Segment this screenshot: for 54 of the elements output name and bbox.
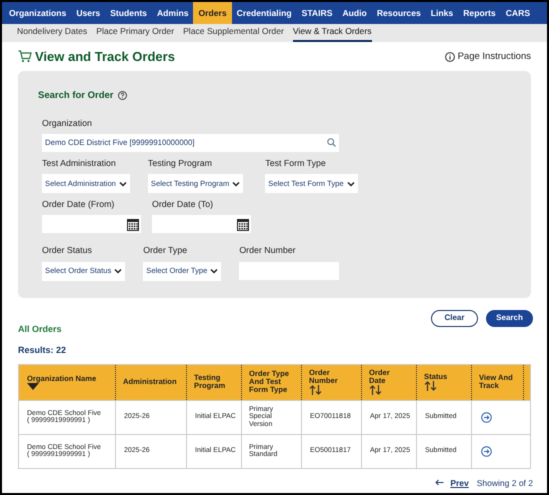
- nav-tab[interactable]: Orders: [193, 2, 232, 24]
- section-title: All Orders: [17, 322, 63, 336]
- sort-icon[interactable]: [369, 385, 382, 395]
- field-label: Test Administration: [42, 156, 116, 170]
- page-title: View and Track Orders: [35, 48, 175, 66]
- arrow-circle-icon[interactable]: [481, 446, 492, 456]
- arrow-circle-icon[interactable]: [481, 412, 492, 422]
- field-label: Order Date (To): [152, 198, 214, 212]
- page-instructions-link[interactable]: Page Instructions: [444, 50, 531, 64]
- nav-tab[interactable]: Credentialing: [232, 2, 297, 24]
- cart-icon: [18, 50, 32, 64]
- field-label: Order Status: [42, 244, 92, 258]
- chevron-down-icon: [118, 180, 127, 188]
- field-label: Order Type: [143, 244, 188, 258]
- nav-tab[interactable]: Organizations: [4, 2, 72, 24]
- page-count: Showing 2 of 2: [476, 476, 533, 490]
- clear-button[interactable]: Clear: [431, 310, 478, 326]
- arrow-left-icon: [435, 479, 444, 486]
- sub-nav-tab[interactable]: Place Primary Order: [96, 25, 174, 42]
- nav-tab[interactable]: Reports: [458, 2, 501, 24]
- sub-nav-tab[interactable]: Nondelivery Dates: [17, 25, 88, 42]
- chevron-down-icon: [232, 180, 240, 188]
- calendar-icon[interactable]: [237, 218, 249, 231]
- prev-link[interactable]: Prev: [435, 476, 469, 490]
- nav-tab[interactable]: Users: [71, 2, 106, 24]
- sort-icon[interactable]: [309, 385, 322, 395]
- nav-tab[interactable]: CARS: [500, 2, 536, 24]
- field-label: Organization: [42, 116, 93, 130]
- chevron-down-icon: [210, 267, 218, 275]
- nav-tab[interactable]: STAIRS: [296, 2, 338, 24]
- nav-tab[interactable]: Admins: [152, 2, 194, 24]
- date-field[interactable]: [42, 215, 141, 234]
- search-icon[interactable]: [327, 138, 336, 148]
- search-button[interactable]: Search: [486, 310, 533, 326]
- nav-tab[interactable]: Links: [426, 2, 458, 24]
- help-icon[interactable]: [118, 91, 126, 100]
- field-label: Order Date (From): [42, 198, 114, 212]
- field-label: Testing Program: [148, 156, 212, 170]
- nav-tab[interactable]: Audio: [337, 2, 372, 24]
- chevron-down-icon: [346, 180, 355, 188]
- search-title: Search for Order: [38, 88, 114, 102]
- results-count: Results: 22: [17, 344, 68, 357]
- sub-nav-tab[interactable]: Place Supplemental Order: [183, 25, 284, 42]
- chevron-down-icon: [114, 267, 122, 275]
- sort-descending-icon[interactable]: [27, 382, 39, 390]
- field-label: Test Form Type: [265, 156, 326, 170]
- field-label: Order Number: [239, 244, 296, 258]
- nav-tab[interactable]: Resources: [372, 2, 426, 24]
- date-field[interactable]: [152, 215, 251, 234]
- sort-icon[interactable]: [424, 381, 437, 391]
- calendar-icon[interactable]: [127, 218, 139, 231]
- info-icon: [444, 52, 455, 62]
- nav-tab[interactable]: Students: [105, 2, 152, 24]
- sub-nav-tab[interactable]: View & Track Orders: [292, 25, 372, 42]
